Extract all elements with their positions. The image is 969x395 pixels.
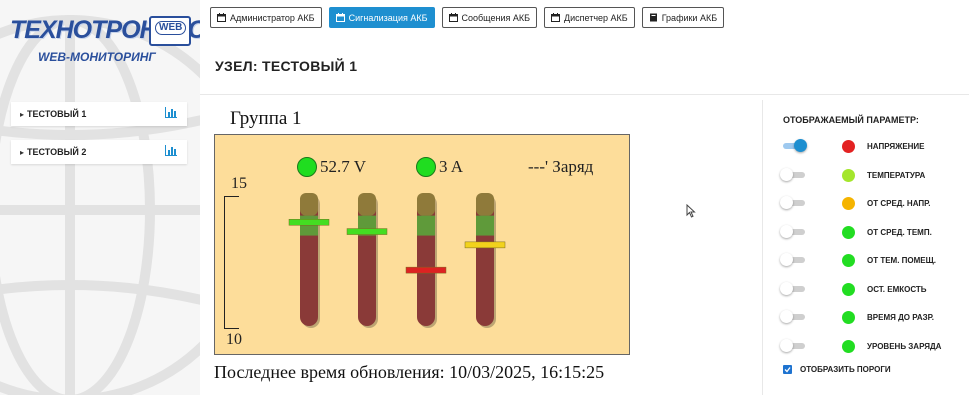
param-label: НАПРЯЖЕНИЕ — [867, 142, 925, 151]
param-color-dot — [842, 225, 855, 239]
param-toggle[interactable] — [780, 338, 805, 352]
param-panel-title: ОТОБРАЖАЕМЫЙ ПАРАМЕТР: — [783, 115, 919, 125]
web-badge: WEB — [155, 21, 187, 35]
show-thresholds-checkbox[interactable] — [783, 365, 792, 374]
tab-dispatcher[interactable]: Диспетчер АКБ — [544, 7, 635, 28]
battery-group-panel: 15 10 52.7 V 3 A ---' Заряд — [214, 134, 630, 355]
param-row: ОТ ТЕМ. ПОМЕЩ. — [763, 253, 969, 274]
param-toggle[interactable] — [780, 196, 805, 209]
param-toggle[interactable] — [783, 139, 807, 152]
bar-green-zone — [300, 215, 318, 236]
param-row: УРОВЕНЬ ЗАРЯДА — [763, 338, 969, 360]
param-color-dot — [842, 339, 855, 353]
param-label: ОСТ. ЕМКОСТЬ — [867, 284, 927, 294]
param-row: ВРЕМЯ ДО РАЗР. — [763, 310, 969, 331]
battery-bars — [288, 193, 506, 328]
param-row: ТЕМПЕРАТУРА — [763, 167, 969, 189]
brand-subtitle: WEB-МОНИТОРИНГ — [38, 50, 156, 64]
param-row: НАПРЯЖЕНИЕ — [763, 139, 969, 160]
tab-administrator[interactable]: Администратор АКБ — [210, 7, 322, 28]
bar-green-zone — [417, 215, 435, 236]
tab-charts[interactable]: Графики АКБ — [641, 7, 725, 28]
calendar-icon — [217, 13, 226, 22]
param-row: ОСТ. ЕМКОСТЬ — [763, 281, 969, 303]
param-color-dot — [842, 197, 855, 210]
caret-right-icon: ▸ — [20, 147, 25, 157]
book-icon — [649, 13, 657, 22]
param-toggle[interactable] — [780, 281, 805, 295]
show-thresholds-option[interactable]: ОТОБРАЗИТЬ ПОРОГИ — [783, 365, 891, 374]
last-update-text: Последнее время обновления: 10/03/2025, … — [214, 362, 605, 382]
mouse-cursor-icon — [686, 204, 696, 218]
bar-top-zone — [476, 193, 494, 216]
param-row: ОТ СРЕД. НАПР. — [763, 196, 969, 217]
sidebar: ТЕХНОТРОНИКС WEB-МОНИТОРИНГ WEB ▸ ТЕСТОВ… — [0, 0, 200, 395]
tab-messages[interactable]: Сообщения АКБ — [441, 7, 537, 28]
param-toggle[interactable] — [780, 310, 805, 323]
bar-level-marker — [464, 241, 506, 249]
param-panel: ОТОБРАЖАЕМЫЙ ПАРАМЕТР: НАПРЯЖЕНИЕ ТЕМПЕРА… — [762, 100, 969, 395]
param-toggle[interactable] — [780, 167, 805, 181]
bar-level-marker — [346, 228, 388, 235]
sidebar-node-label: ТЕСТОВЫЙ 1 — [27, 109, 87, 119]
toggle-knob — [780, 224, 793, 238]
sidebar-node-testovyy-2[interactable]: ▸ ТЕСТОВЫЙ 2 — [11, 140, 187, 164]
param-label: ОТ СРЕД. НАПР. — [867, 199, 931, 208]
toggle-knob — [780, 310, 793, 323]
bar-top-zone — [358, 193, 376, 216]
tab-label: Графики АКБ — [661, 12, 718, 23]
toggle-knob — [780, 196, 793, 209]
bar-chart-icon[interactable] — [165, 107, 177, 118]
bar-top-zone — [300, 193, 318, 216]
sidebar-node-testovyy-1[interactable]: ▸ ТЕСТОВЫЙ 1 — [11, 102, 187, 126]
param-toggle[interactable] — [780, 224, 805, 238]
show-thresholds-label: ОТОБРАЗИТЬ ПОРОГИ — [800, 365, 891, 374]
bar-top-zone — [417, 193, 435, 216]
param-label: ОТ СРЕД. ТЕМП. — [867, 227, 932, 237]
monitor-icon: WEB — [149, 16, 191, 46]
param-color-dot — [842, 168, 855, 182]
toggle-knob — [780, 253, 793, 266]
group-title: Группа 1 — [230, 108, 302, 129]
toggle-knob — [780, 281, 793, 295]
tab-label: Диспетчер АКБ — [564, 12, 628, 23]
bar-level-marker — [405, 266, 447, 274]
param-color-dot — [842, 282, 855, 296]
param-row: ОТ СРЕД. ТЕМП. — [763, 224, 969, 246]
caret-right-icon: ▸ — [20, 109, 25, 119]
calendar-icon — [551, 13, 560, 22]
param-label: УРОВЕНЬ ЗАРЯДА — [867, 341, 942, 351]
param-toggle[interactable] — [780, 253, 805, 266]
top-toolbar: Администратор АКБ Сигнализация АКБ Сообщ… — [210, 7, 725, 28]
tab-label: Сообщения АКБ — [461, 12, 531, 23]
param-color-dot — [842, 311, 855, 324]
toggle-knob — [780, 167, 793, 181]
bar-green-zone — [476, 215, 494, 236]
tab-label: Администратор АКБ — [230, 12, 315, 23]
param-label: ТЕМПЕРАТУРА — [867, 170, 926, 180]
bar-chart-icon[interactable] — [165, 145, 177, 156]
sidebar-node-label: ТЕСТОВЫЙ 2 — [27, 147, 87, 157]
calendar-icon — [335, 13, 345, 22]
bar-level-marker — [288, 219, 330, 226]
toggle-knob — [794, 139, 807, 152]
param-color-dot — [842, 140, 855, 153]
tab-label: Сигнализация АКБ — [348, 12, 428, 23]
calendar-icon — [448, 13, 458, 22]
param-label: ОТ ТЕМ. ПОМЕЩ. — [867, 256, 937, 265]
tab-signalization[interactable]: Сигнализация АКБ — [328, 7, 435, 28]
page-title: УЗЕЛ: ТЕСТОВЫЙ 1 — [215, 58, 358, 74]
param-color-dot — [842, 254, 855, 267]
toggle-knob — [780, 338, 793, 352]
title-bar: УЗЕЛ: ТЕСТОВЫЙ 1 — [200, 38, 969, 95]
checkmark-icon — [784, 367, 791, 373]
brand-logo[interactable]: ТЕХНОТРОНИКС WEB-МОНИТОРИНГ WEB — [4, 6, 200, 76]
param-label: ВРЕМЯ ДО РАЗР. — [867, 313, 935, 322]
